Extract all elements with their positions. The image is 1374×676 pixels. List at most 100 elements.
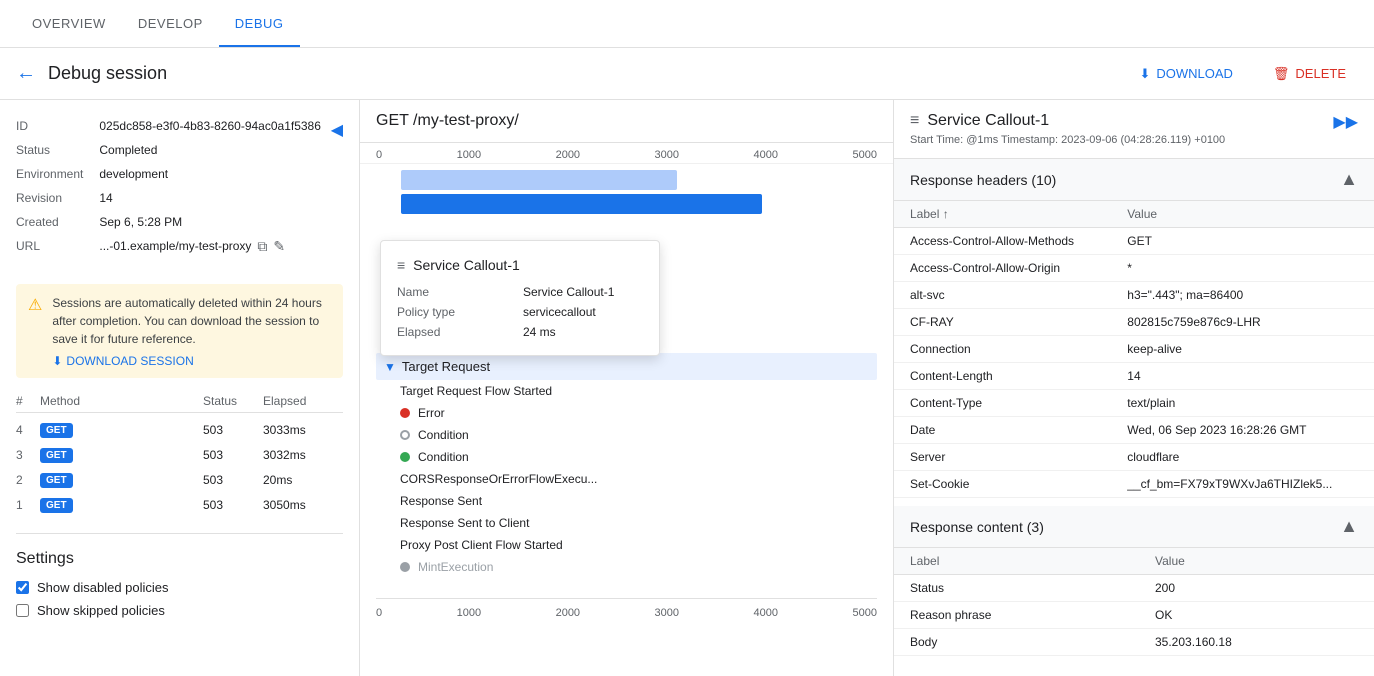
table-row: Set-Cookie__cf_bm=FX79xT9WXvJa6THIZlek5.…	[894, 471, 1374, 498]
main-layout: ID 025dc858-e3f0-4b83-8260-94ac0a1f5386 …	[0, 100, 1374, 676]
table-row: Body35.203.160.18	[894, 629, 1374, 656]
show-disabled-policies-checkbox[interactable]	[16, 581, 29, 594]
header-value: h3=".443"; ma=86400	[1111, 282, 1374, 309]
table-row[interactable]: 2 GET 503 20ms	[16, 467, 343, 492]
sort-icon[interactable]: ↑	[943, 207, 949, 221]
content-label: Reason phrase	[894, 602, 1139, 629]
condition-dot-1	[400, 430, 410, 440]
header-value: 802815c759e876c9-LHR	[1111, 309, 1374, 336]
download-button[interactable]: ⬇ DOWNLOAD	[1127, 60, 1244, 88]
target-request-header[interactable]: ▼ Target Request	[376, 353, 877, 380]
popup-policy-value: servicecallout	[523, 305, 643, 319]
center-panel: GET /my-test-proxy/ 0 1000 2000 3000 400…	[360, 100, 894, 676]
table-row[interactable]: 3 GET 503 3032ms	[16, 442, 343, 467]
status-label: Status	[16, 140, 83, 160]
timeline-bar-2[interactable]	[401, 194, 762, 214]
popup-service-icon: ≡	[397, 257, 405, 273]
settings-section: Settings Show disabled policies Show ski…	[16, 533, 343, 618]
response-content-table: Label Value Status200 Reason phraseOK Bo…	[894, 548, 1374, 656]
timeline-bars	[360, 164, 893, 220]
header-label: Date	[894, 417, 1111, 444]
content-label-col-header: Label	[894, 548, 1139, 575]
proxy-path-title: GET /my-test-proxy/	[376, 112, 519, 129]
content-label: Body	[894, 629, 1139, 656]
table-row[interactable]: 1 GET 503 3050ms	[16, 492, 343, 517]
show-disabled-policies-label: Show disabled policies	[37, 580, 169, 595]
warning-text: Sessions are automatically deleted withi…	[52, 296, 321, 346]
delete-button[interactable]: 🗑 DELETE	[1261, 60, 1358, 88]
table-row: Content-Length14	[894, 363, 1374, 390]
response-sent-label: Response Sent	[400, 494, 482, 508]
response-content-title: Response content (3)	[910, 519, 1044, 535]
collapse-response-headers-icon[interactable]: ▲	[1340, 169, 1358, 190]
copy-icon[interactable]: ⧉	[257, 238, 267, 255]
center-header: GET /my-test-proxy/	[360, 100, 893, 143]
popup-header: ≡ Service Callout-1	[397, 257, 643, 273]
back-button[interactable]: ←	[16, 62, 36, 85]
popup-name-value: Service Callout-1	[523, 285, 643, 299]
content-value: OK	[1139, 602, 1374, 629]
table-row: CF-RAY802815c759e876c9-LHR	[894, 309, 1374, 336]
session-info: ID 025dc858-e3f0-4b83-8260-94ac0a1f5386 …	[16, 116, 321, 256]
response-headers-table: Label ↑ Value Access-Control-Allow-Metho…	[894, 201, 1374, 498]
download-session-link[interactable]: ⬇ DOWNLOAD SESSION	[52, 354, 331, 368]
popup-policy-label: Policy type	[397, 305, 517, 319]
requests-table-body: 4 GET 503 3033ms 3 GET 503 3032ms 2 GET …	[16, 417, 343, 517]
flow-text: Target Request Flow Started	[400, 384, 552, 398]
header-value: *	[1111, 255, 1374, 282]
response-headers-title: Response headers (10)	[910, 172, 1056, 188]
target-request-label: Target Request	[402, 359, 490, 374]
table-row: Reason phraseOK	[894, 602, 1374, 629]
header-value: Wed, 06 Sep 2023 16:28:26 GMT	[1111, 417, 1374, 444]
show-skipped-policies-checkbox[interactable]	[16, 604, 29, 617]
expand-right-icon[interactable]: ▶▶	[1333, 112, 1358, 132]
flow-item-response-sent-client: Response Sent to Client	[376, 512, 877, 534]
collapse-left-icon[interactable]: ◀	[331, 120, 343, 140]
header-value: keep-alive	[1111, 336, 1374, 363]
flow-item-error[interactable]: Error	[376, 402, 877, 424]
row-status: 503	[203, 498, 263, 512]
row-num: 3	[16, 448, 40, 462]
url-label: URL	[16, 236, 83, 256]
popup-elapsed-value: 24 ms	[523, 325, 643, 339]
edit-icon[interactable]: ✎	[273, 238, 285, 255]
table-row: Servercloudflare	[894, 444, 1374, 471]
service-callout-popup: ≡ Service Callout-1 Name Service Callout…	[380, 240, 660, 356]
error-label: Error	[418, 406, 445, 420]
chevron-down-icon: ▼	[384, 360, 396, 374]
timeline-bar-1[interactable]	[401, 170, 677, 190]
tab-develop[interactable]: DEVELOP	[122, 2, 219, 47]
download-session-icon: ⬇	[52, 354, 62, 368]
row-num: 4	[16, 423, 40, 437]
header-value: GET	[1111, 228, 1374, 255]
warning-box: ⚠ Sessions are automatically deleted wit…	[16, 284, 343, 378]
created-label: Created	[16, 212, 83, 232]
col-method-header: Method	[40, 394, 203, 408]
top-nav: OVERVIEW DEVELOP DEBUG	[0, 0, 1374, 48]
right-header: ≡ Service Callout-1 Start Time: @1ms Tim…	[894, 100, 1374, 159]
flow-item-condition-2[interactable]: Condition	[376, 446, 877, 468]
header-value: cloudflare	[1111, 444, 1374, 471]
environment-value: development	[99, 164, 321, 184]
left-panel: ID 025dc858-e3f0-4b83-8260-94ac0a1f5386 …	[0, 100, 360, 676]
tab-overview[interactable]: OVERVIEW	[16, 2, 122, 47]
response-sent-client-label: Response Sent to Client	[400, 516, 529, 530]
flow-item-mint[interactable]: MintExecution	[376, 556, 877, 578]
table-row[interactable]: 4 GET 503 3033ms	[16, 417, 343, 442]
row-elapsed: 20ms	[263, 473, 343, 487]
header-label: Server	[894, 444, 1111, 471]
flow-item-condition-1[interactable]: Condition	[376, 424, 877, 446]
header-value: text/plain	[1111, 390, 1374, 417]
condition-label-1: Condition	[418, 428, 469, 442]
row-elapsed: 3033ms	[263, 423, 343, 437]
delete-icon: 🗑	[1273, 66, 1290, 82]
show-disabled-policies-row: Show disabled policies	[16, 580, 343, 595]
tab-debug[interactable]: DEBUG	[219, 2, 300, 47]
table-row: Status200	[894, 575, 1374, 602]
table-row: Connectionkeep-alive	[894, 336, 1374, 363]
header-value: __cf_bm=FX79xT9WXvJa6THIZlek5...	[1111, 471, 1374, 498]
collapse-response-content-icon[interactable]: ▲	[1340, 516, 1358, 537]
content-value-col-header: Value	[1139, 548, 1374, 575]
response-content-body: Status200 Reason phraseOK Body35.203.160…	[894, 575, 1374, 656]
label-col-header: Label ↑	[894, 201, 1111, 228]
